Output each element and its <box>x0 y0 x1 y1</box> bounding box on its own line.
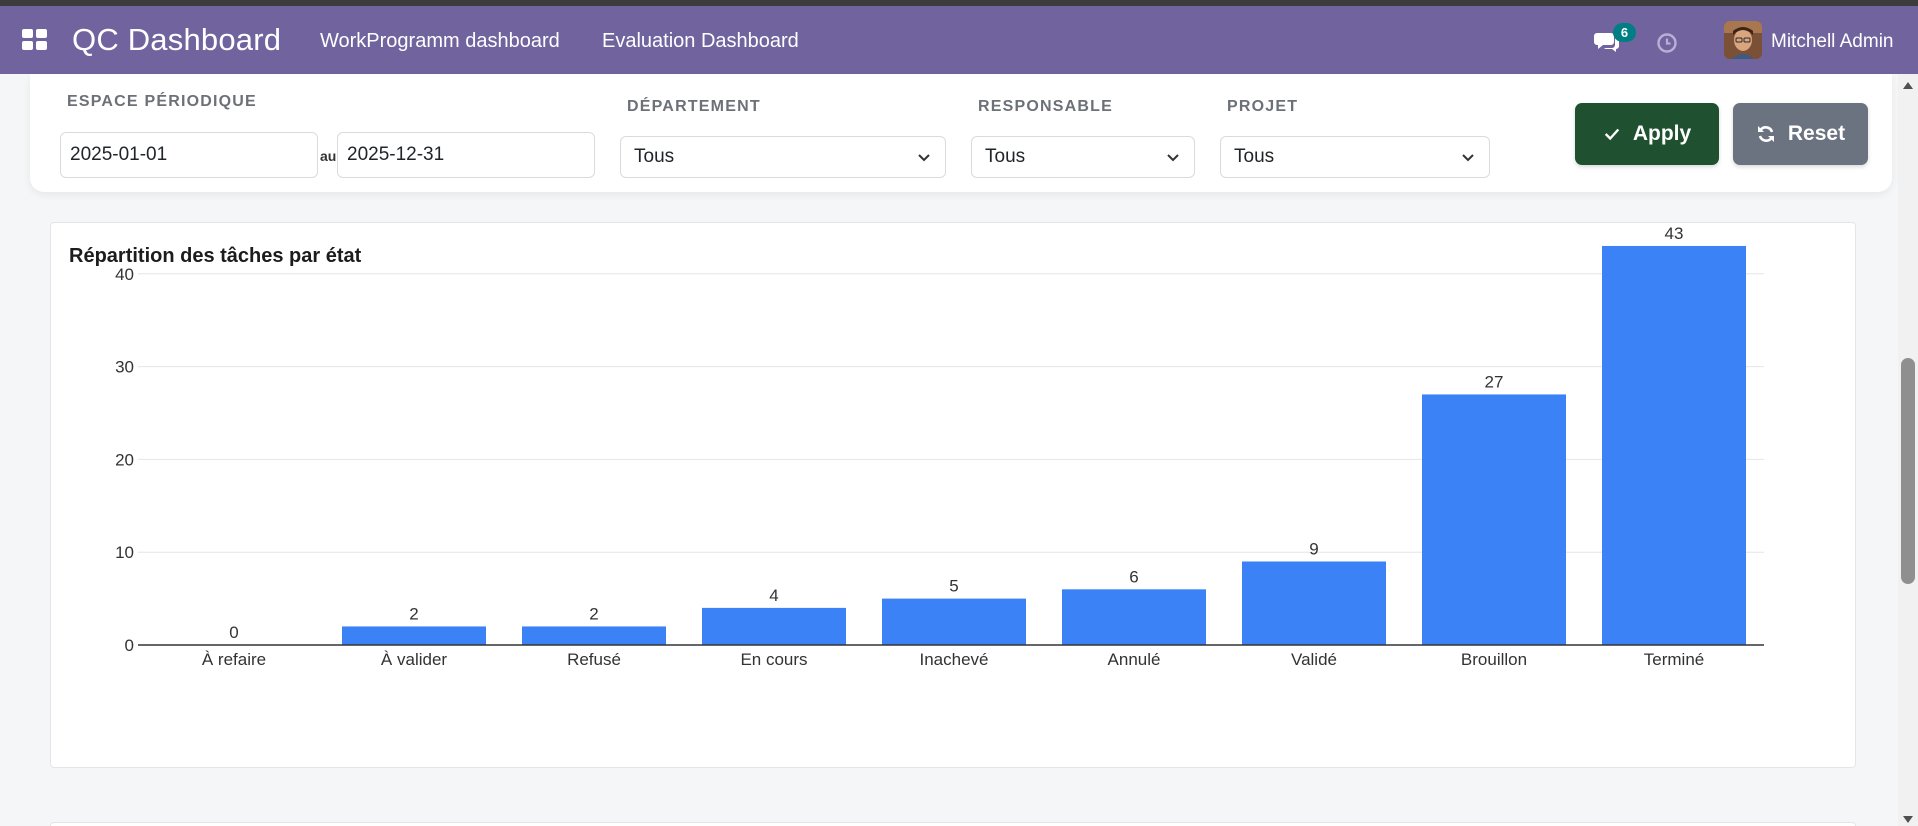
bar-value-label: 43 <box>1665 224 1684 243</box>
y-tick-label: 30 <box>115 358 134 377</box>
y-tick-label: 10 <box>115 543 134 562</box>
project-select-value: Tous <box>1234 146 1275 167</box>
page-scrollbar[interactable] <box>1898 74 1918 826</box>
bar-value-label: 4 <box>769 586 778 605</box>
y-tick-label: 20 <box>115 450 134 469</box>
responsible-select-value: Tous <box>985 146 1026 167</box>
x-category-label: Brouillon <box>1461 650 1527 669</box>
y-tick-label: 0 <box>125 636 134 655</box>
nav-link-workprogramm[interactable]: WorkProgramm dashboard <box>320 30 560 53</box>
bar-value-label: 2 <box>409 604 418 623</box>
task-status-bar-chart: 0 10 20 30 40 0 À refaire 2 À valider 2 Refusé 4 En … <box>115 224 1764 669</box>
bar-value-label: 2 <box>589 604 598 623</box>
task-status-chart-card: Répartition des tâches par état 0 10 20 30 4… <box>50 222 1856 768</box>
next-card-partial <box>50 822 1856 826</box>
bar-value-label: 6 <box>1129 567 1138 586</box>
project-select[interactable]: Tous <box>1220 136 1490 178</box>
nav-link-evaluation[interactable]: Evaluation Dashboard <box>602 30 799 53</box>
x-category-label: Inachevé <box>920 650 989 669</box>
filter-panel: ESPACE PÉRIODIQUE 2025-01-01 au 2025-12-… <box>30 74 1892 192</box>
reset-button[interactable]: Reset <box>1733 103 1868 165</box>
top-navbar: QC Dashboard WorkProgramm dashboard Eval… <box>0 6 1918 74</box>
responsible-select[interactable]: Tous <box>971 136 1195 178</box>
date-to-input[interactable]: 2025-12-31 <box>337 132 595 178</box>
department-select-value: Tous <box>634 146 675 167</box>
bar-value-label: 5 <box>949 577 958 596</box>
department-label: DÉPARTEMENT <box>627 98 761 115</box>
bar <box>1242 561 1386 645</box>
bar <box>1602 245 1746 645</box>
activity-clock-icon[interactable] <box>1656 32 1678 54</box>
y-tick-label: 40 <box>115 265 134 284</box>
bar-value-label: 27 <box>1485 372 1504 391</box>
bar <box>882 598 1026 645</box>
x-category-label: Annulé <box>1108 650 1161 669</box>
check-icon <box>1604 128 1619 141</box>
x-category-label: Terminé <box>1644 650 1704 669</box>
apps-grid-icon[interactable] <box>22 29 48 51</box>
bar <box>522 626 666 645</box>
apply-button[interactable]: Apply <box>1575 103 1719 165</box>
refresh-icon <box>1757 126 1774 142</box>
bar-value-label: 9 <box>1309 539 1318 558</box>
bar <box>1062 589 1206 645</box>
department-select[interactable]: Tous <box>620 136 946 178</box>
date-separator-text: au <box>320 148 337 164</box>
app-title[interactable]: QC Dashboard <box>72 22 281 58</box>
chevron-down-icon <box>918 154 930 162</box>
apply-button-label: Apply <box>1632 122 1692 145</box>
responsible-label: RESPONSABLE <box>978 98 1113 115</box>
x-category-label: Refusé <box>567 650 621 669</box>
x-category-label: À refaire <box>202 650 266 669</box>
user-avatar[interactable] <box>1724 21 1762 59</box>
x-category-label: Validé <box>1291 650 1337 669</box>
date-from-input[interactable]: 2025-01-01 <box>60 132 318 178</box>
x-category-label: À valider <box>381 650 447 669</box>
messages-count-badge: 6 <box>1613 23 1636 42</box>
scroll-up-arrow-icon[interactable] <box>1903 82 1913 89</box>
bar <box>702 607 846 645</box>
project-label: PROJET <box>1227 98 1299 115</box>
user-name[interactable]: Mitchell Admin <box>1771 31 1894 53</box>
bar <box>1422 394 1566 645</box>
reset-button-label: Reset <box>1787 122 1846 145</box>
scroll-down-arrow-icon[interactable] <box>1903 816 1913 823</box>
chevron-down-icon <box>1462 154 1474 162</box>
period-label: ESPACE PÉRIODIQUE <box>67 93 257 110</box>
x-category-label: En cours <box>740 650 807 669</box>
chevron-down-icon <box>1167 154 1179 162</box>
bar <box>342 626 486 645</box>
bar-value-label: 0 <box>229 623 238 642</box>
dashboard-content: ESPACE PÉRIODIQUE 2025-01-01 au 2025-12-… <box>22 74 1892 826</box>
scrollbar-thumb[interactable] <box>1901 358 1915 584</box>
